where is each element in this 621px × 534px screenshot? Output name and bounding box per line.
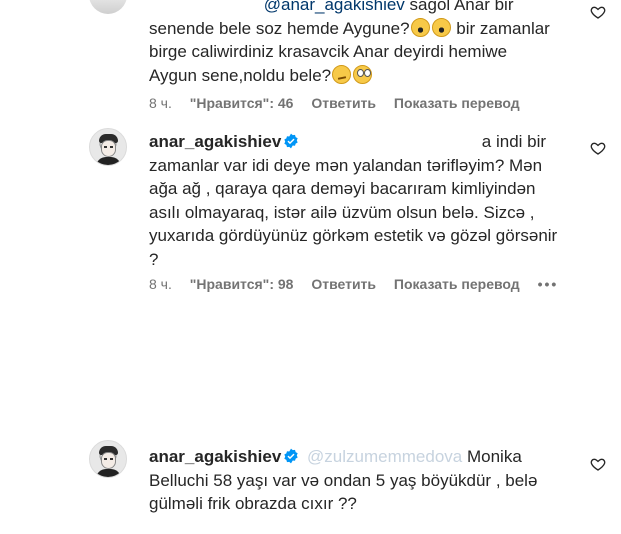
redacted-mention (307, 135, 477, 148)
comment-meta: 8 ч. "Нравится": 98 Ответить Показать пе… (149, 276, 572, 292)
comment-line: yuxarıda gördüyünüz görkəm estetik və gö… (149, 226, 558, 245)
avatar[interactable] (89, 0, 127, 14)
comment-line: asılı olmayaraq, istər ailə üzvüm olsun … (149, 202, 535, 222)
reply-button[interactable]: Ответить (311, 276, 376, 292)
comment-line: Belluchi 58 yaşı var və ondan 5 yaş böyü… (149, 470, 538, 490)
username-link[interactable]: anar_agakishiev (149, 132, 281, 151)
heart-outline-icon[interactable] (590, 140, 606, 156)
comment-time[interactable]: 8 ч. (149, 276, 172, 292)
comment-text: anar_agakishiev a indi bir zamanlar var … (149, 130, 579, 271)
comment-line: gülməli frik obrazda cıxır ?? (149, 494, 357, 513)
likes-count[interactable]: "Нравится": 98 (190, 276, 294, 292)
more-options-icon[interactable]: ••• (538, 276, 559, 292)
comment-line: zamanlar var idi deye mən yalandan tərif… (149, 155, 543, 175)
likes-count[interactable]: "Нравится": 46 (190, 95, 294, 111)
comment-text: anar_agakishiev @zulzumemmedova Monika B… (149, 445, 579, 516)
avatar[interactable] (89, 440, 127, 478)
comment-text-start: a indi bir (481, 132, 547, 151)
eye-roll-face-emoji (353, 64, 373, 84)
heart-outline-icon[interactable] (590, 456, 606, 472)
verified-badge-icon (284, 133, 298, 149)
scream-face-emoji (431, 17, 451, 37)
comment-time[interactable]: 8 ч. (149, 95, 172, 111)
mention-link[interactable]: @zulzumemmedova (307, 447, 462, 466)
thinking-face-emoji (332, 64, 352, 84)
comment-line: Aygun sene,noldu bele? (149, 65, 332, 85)
comment-line: birge caliwirdiniz krasavcik Anar deyird… (149, 42, 508, 61)
comment-line: ? (149, 249, 159, 269)
mention-link[interactable]: @anar_agakishiev (264, 0, 405, 14)
show-translation-button[interactable]: Показать перевод (394, 276, 520, 292)
verified-badge-icon (284, 448, 298, 464)
comment-line: bir zamanlar (456, 18, 550, 38)
avatar[interactable] (89, 128, 127, 166)
comment-text-start: sagol Anar bir (409, 0, 514, 14)
username-link[interactable]: anar_agakishiev (149, 447, 281, 466)
scream-face-emoji (410, 17, 430, 37)
reply-button[interactable]: Ответить (311, 95, 376, 111)
comment-text: @anar_agakishiev sagol Anar bir senende … (149, 0, 579, 87)
comment-line: ağa ağ , qaraya qara deməyi bacarıram ki… (149, 179, 536, 198)
comment-text-start: Monika (466, 447, 522, 466)
comment-line: senende bele soz hemde Aygune? (149, 18, 410, 38)
comment-meta: 8 ч. "Нравится": 46 Ответить Показать пе… (149, 95, 534, 111)
heart-outline-icon[interactable] (590, 4, 606, 20)
show-translation-button[interactable]: Показать перевод (394, 95, 520, 111)
